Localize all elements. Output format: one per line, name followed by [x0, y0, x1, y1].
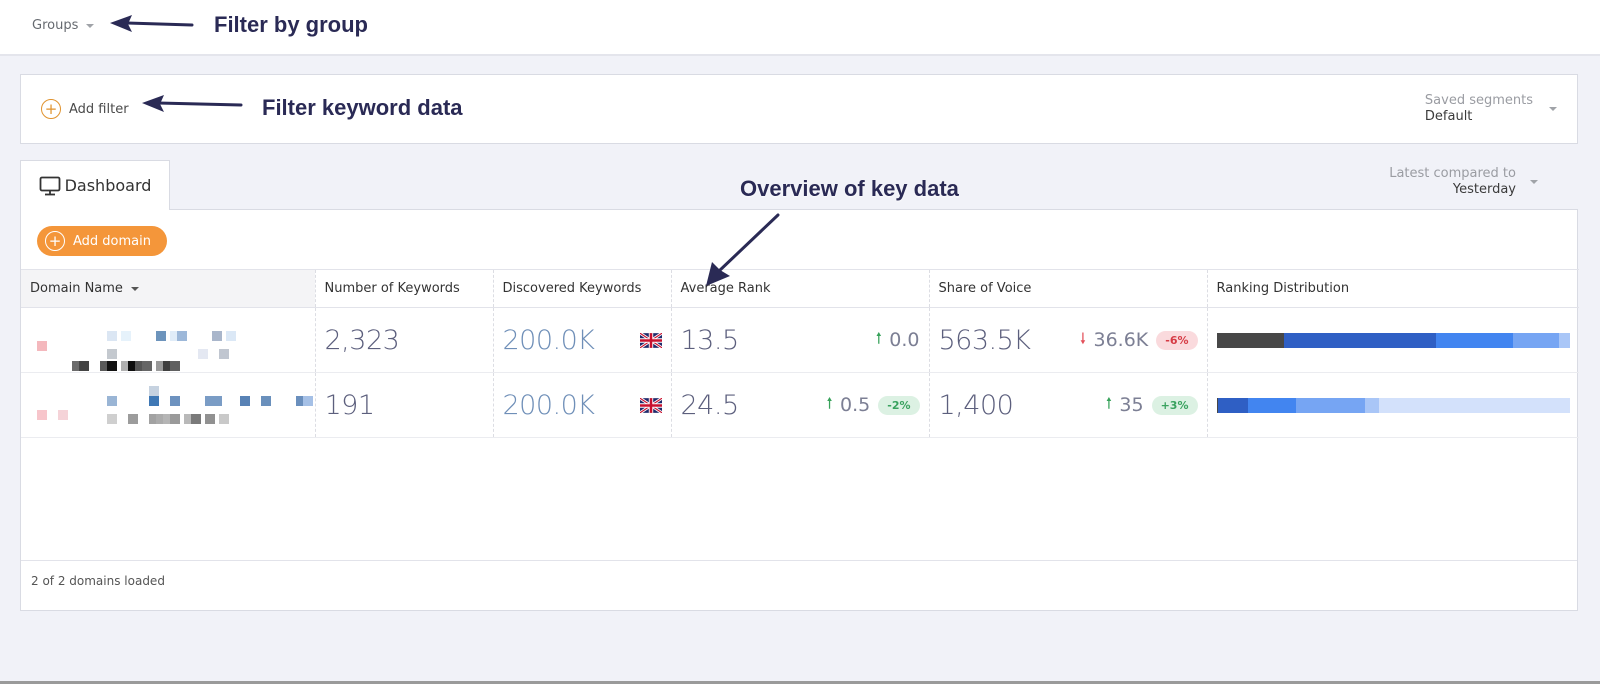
cell-discovered-keywords: 200.0K: [493, 372, 672, 438]
saved-segments-value: Default: [1424, 109, 1473, 124]
share-of-voice-change: 35: [1119, 394, 1144, 416]
column-header-share-of-voice[interactable]: Share of Voice: [929, 269, 1208, 308]
annotation-arrow-groups: [110, 15, 194, 32]
plus-circle-icon: +: [41, 99, 61, 119]
share-of-voice-pct-badge: -6%: [1156, 330, 1198, 350]
annotation-arrow-filter: [142, 95, 243, 112]
sort-desc-icon: [131, 286, 140, 291]
filter-panel: + Add filter Saved segments Default: [20, 74, 1578, 144]
ranking-distribution-bar: [1216, 397, 1570, 413]
distribution-segment: [1283, 332, 1436, 348]
comparison-label: Latest compared to: [1389, 166, 1516, 181]
arrow-up-icon: 🠑: [826, 396, 833, 412]
distribution-segment: [1559, 332, 1570, 348]
cell-number-of-keywords: 2,323: [315, 307, 494, 373]
add-domain-button[interactable]: + Add domain: [37, 226, 167, 256]
redacted-domain: [30, 380, 313, 430]
keywords-count: 2,323: [324, 324, 400, 356]
average-rank-change: 0.0: [889, 329, 920, 351]
column-header-ranking-distribution[interactable]: Ranking Distribution: [1207, 269, 1579, 308]
cell-average-rank: 13.5 🠑 0.0: [671, 307, 930, 373]
keywords-count: 191: [324, 389, 376, 421]
arrow-up-icon: 🠑: [876, 331, 882, 347]
annotation-filter-keyword-data: Filter keyword data: [262, 95, 463, 120]
cell-average-rank: 24.5 🠑 0.5 -2%: [671, 372, 930, 438]
tab-dashboard-label: Dashboard: [64, 176, 152, 195]
distribution-segment: [1435, 332, 1514, 348]
distribution-segment: [1364, 397, 1380, 413]
column-header-number-of-keywords[interactable]: Number of Keywords: [315, 269, 494, 308]
average-rank-pct-badge: -2%: [878, 395, 920, 415]
groups-dropdown[interactable]: Groups: [32, 18, 95, 33]
share-of-voice-change: 36.6K: [1093, 329, 1149, 351]
domains-loaded-status: 2 of 2 domains loaded: [31, 574, 165, 588]
average-rank-value: 13.5: [680, 324, 740, 356]
tab-dashboard[interactable]: Dashboard: [20, 160, 170, 210]
domains-table: Domain Name Number of Keywords Discovere…: [21, 269, 1579, 438]
redacted-domain: [30, 315, 310, 371]
chevron-down-icon: [1530, 180, 1538, 184]
groups-label: Groups: [32, 18, 79, 33]
distribution-segment: [1248, 397, 1297, 413]
discovered-keywords-value[interactable]: 200.0K: [503, 390, 596, 421]
share-of-voice-value: 563.5K: [938, 324, 1032, 356]
cell-share-of-voice: 1,400 🠑 35 +3%: [929, 372, 1208, 438]
annotation-overview-key-data: Overview of key data: [740, 176, 959, 201]
distribution-segment: [1216, 332, 1284, 348]
comparison-value: Yesterday: [1452, 182, 1516, 197]
discovered-keywords-value[interactable]: 200.0K: [503, 325, 596, 356]
annotation-filter-by-group: Filter by group: [214, 12, 368, 37]
table-row[interactable]: 2,323 200.0K 13.5 🠑 0.0 563.5K 🠓 36.6K -6%: [21, 307, 1579, 373]
ranking-distribution-bar: [1216, 332, 1571, 348]
distribution-segment: [1513, 332, 1560, 348]
comparison-dropdown[interactable]: Latest compared to Yesterday: [1389, 166, 1538, 198]
cell-ranking-distribution[interactable]: [1207, 372, 1579, 438]
plus-circle-icon: +: [45, 231, 65, 251]
distribution-segment: [1379, 397, 1570, 413]
chevron-down-icon: [86, 23, 95, 28]
table-footer: 2 of 2 domains loaded: [21, 560, 1577, 610]
saved-segments-dropdown[interactable]: Saved segments Default: [1425, 93, 1557, 125]
cell-domain-name[interactable]: [21, 307, 316, 373]
saved-segments-label: Saved segments: [1424, 93, 1533, 108]
monitor-icon: [39, 176, 60, 195]
share-of-voice-value: 1,400: [938, 389, 1014, 421]
chevron-down-icon: [1549, 107, 1557, 111]
table-row[interactable]: 191 200.0K 24.5 🠑 0.5 -2% 1,400 🠑 35 +3%: [21, 372, 1579, 438]
cell-domain-name[interactable]: [21, 372, 316, 438]
cell-number-of-keywords: 191: [315, 372, 494, 438]
average-rank-change: 0.5: [840, 394, 871, 416]
cell-share-of-voice: 563.5K 🠓 36.6K -6%: [929, 307, 1208, 373]
table-header-row: Domain Name Number of Keywords Discovere…: [21, 269, 1579, 308]
dashboard-panel: + Add domain Domain Name Number of Keywo…: [20, 209, 1579, 611]
annotation-arrow-overview: [706, 213, 780, 286]
distribution-segment: [1296, 397, 1365, 413]
add-domain-label: Add domain: [73, 233, 151, 249]
average-rank-value: 24.5: [680, 389, 740, 421]
distribution-segment: [1218, 397, 1249, 413]
uk-flag-icon: [639, 397, 662, 413]
arrow-down-icon: 🠓: [1080, 331, 1086, 347]
column-header-discovered-keywords[interactable]: Discovered Keywords: [493, 269, 672, 308]
uk-flag-icon: [639, 332, 662, 348]
cell-ranking-distribution[interactable]: [1207, 307, 1579, 373]
add-filter-button[interactable]: + Add filter: [41, 99, 129, 119]
column-header-domain-name[interactable]: Domain Name: [21, 269, 316, 308]
arrow-up-icon: 🠑: [1106, 396, 1112, 412]
cell-discovered-keywords: 200.0K: [493, 307, 672, 373]
share-of-voice-pct-badge: +3%: [1151, 395, 1198, 415]
add-filter-label: Add filter: [69, 101, 129, 117]
